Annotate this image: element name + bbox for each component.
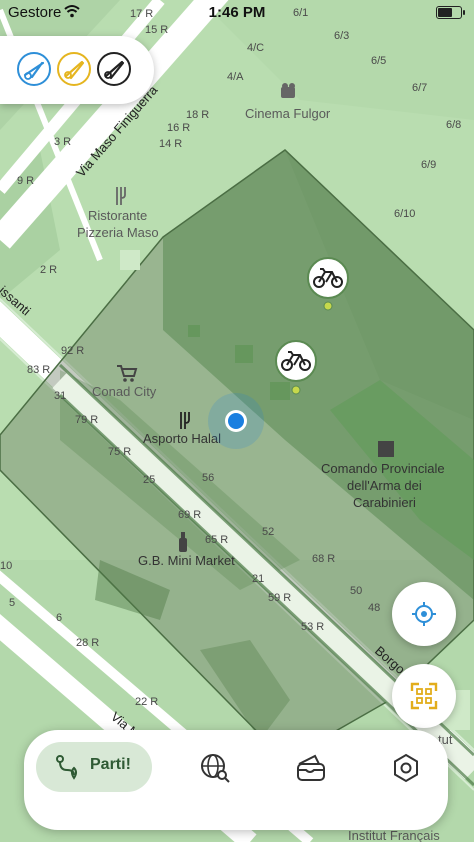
bottom-navigation: Parti!: [24, 730, 448, 830]
house-number: 9 R: [17, 175, 34, 187]
poi-label: Ristorante: [88, 208, 147, 223]
walk-bike-icon[interactable]: [16, 51, 52, 87]
route-icon: [56, 755, 77, 780]
qr-scan-icon: [410, 682, 438, 710]
mode-selector: [0, 36, 154, 104]
poi-label: Asporto Halal: [143, 431, 221, 446]
house-number: 6/8: [446, 119, 461, 131]
poi-label: Pizzeria Maso: [77, 225, 159, 240]
house-number: 56: [202, 472, 214, 484]
house-number: 83 R: [27, 364, 50, 376]
poi-label: G.B. Mini Market: [138, 553, 235, 568]
house-number: 10: [0, 560, 12, 572]
poi-label: Cinema Fulgor: [245, 106, 331, 121]
poi-label: Conad City: [92, 384, 157, 399]
house-number: 25: [143, 474, 155, 486]
house-number: 68 R: [312, 553, 335, 565]
house-number: 4/C: [247, 42, 264, 54]
battery-icon: [436, 6, 465, 19]
poi-label: Comando Provinciale: [321, 461, 445, 476]
house-number: 53 R: [301, 621, 324, 633]
start-ride-label: Parti!: [90, 756, 131, 773]
house-number: 59 R: [268, 592, 291, 604]
house-number: 2 R: [40, 264, 57, 276]
house-number: 6/3: [334, 30, 349, 42]
house-number: 79 R: [75, 414, 98, 426]
house-number: 3 R: [54, 136, 71, 148]
globe-search-icon[interactable]: [199, 752, 231, 784]
house-number: 31: [54, 390, 66, 402]
house-number: 18 R: [186, 109, 209, 121]
house-number: 6/7: [412, 82, 427, 94]
poi-label: dell'Arma dei: [347, 478, 422, 493]
house-number: 14 R: [159, 138, 182, 150]
house-number: 16 R: [167, 122, 190, 134]
house-number: 52: [262, 526, 274, 538]
house-number: 6/10: [394, 208, 415, 220]
house-number: 92 R: [61, 345, 84, 357]
settings-icon[interactable]: [390, 752, 422, 784]
house-number: 48: [368, 602, 380, 614]
scooter-icon[interactable]: [96, 51, 132, 87]
house-number: 28 R: [76, 637, 99, 649]
start-ride-button[interactable]: Parti!: [36, 742, 152, 792]
house-number: 50: [350, 585, 362, 597]
house-number: 5: [9, 597, 15, 609]
bike-icon[interactable]: [56, 51, 92, 87]
poi-label: Institut Français: [348, 828, 440, 842]
house-number: 65 R: [205, 534, 228, 546]
status-bar: Gestore 1:46 PM: [0, 0, 474, 26]
house-number: 6/9: [421, 159, 436, 171]
locate-button[interactable]: [392, 582, 456, 646]
scan-button[interactable]: [392, 664, 456, 728]
house-number: 75 R: [108, 446, 131, 458]
wallet-icon[interactable]: [295, 752, 327, 784]
house-number: 4/A: [227, 71, 244, 83]
house-number: 22 R: [135, 696, 158, 708]
house-number: 6/5: [371, 55, 386, 67]
house-number: 69 R: [178, 509, 201, 521]
poi-label: Carabinieri: [353, 495, 416, 510]
locate-icon: [412, 602, 436, 626]
user-location-marker: [208, 393, 264, 449]
house-number: 6: [56, 612, 62, 624]
status-time: 1:46 PM: [208, 4, 266, 21]
house-number: 21: [252, 573, 264, 585]
